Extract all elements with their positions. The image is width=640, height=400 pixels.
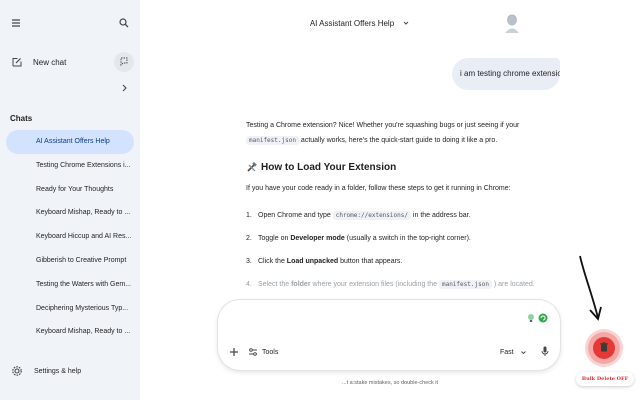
response-heading: How to Load Your Extension — [246, 160, 562, 175]
chat-item[interactable]: Keyboard Mishap, Ready to ... — [6, 320, 134, 344]
assistant-response: Testing a Chrome extension? Nice! Whethe… — [246, 118, 562, 296]
tools-label: Tools — [262, 348, 279, 356]
step-item: 1. Open Chrome and type chrome://extensio… — [246, 211, 471, 220]
steps-list: 1. Open Chrome and type chrome://extensio… — [246, 208, 562, 292]
conversation-title: AI Assistant Offers Help — [309, 18, 395, 28]
prompt-input[interactable] — [232, 310, 512, 324]
sidebar-top — [0, 0, 140, 46]
model-selector[interactable]: Fast — [500, 344, 527, 360]
chat-item[interactable]: AI Assistant Offers Help — [6, 130, 134, 154]
step-item: 3. Click the Load unpacked button that ap… — [246, 258, 403, 265]
step-item: 2. Toggle on Developer mode (usually a sw… — [246, 235, 471, 242]
chat-item[interactable]: Testing the Waters with Gem... — [6, 273, 134, 297]
edit-icon — [11, 56, 23, 68]
inline-code: manifest.json — [246, 136, 299, 145]
settings-help-button[interactable]: Settings & help — [6, 362, 116, 380]
trash-icon — [598, 341, 610, 355]
chat-item[interactable]: Testing Chrome Extensions i... — [6, 154, 134, 178]
mic-icon[interactable] — [539, 345, 551, 357]
chat-item[interactable]: Deciphering Mysterious Typ... — [6, 297, 134, 321]
new-chat-label: New chat — [33, 57, 67, 67]
tools-button[interactable]: Tools — [248, 344, 278, 360]
disclaimer: ...t a:stake mistakes, so double-check i… — [342, 380, 438, 386]
bulk-delete-inner — [593, 337, 615, 359]
chevron-down-icon — [402, 19, 410, 27]
tools-icon — [248, 347, 258, 357]
prompt-composer: Tools Fast — [218, 300, 560, 370]
chat-list: AI Assistant Offers Help Testing Chrome E… — [6, 130, 134, 344]
chat-item[interactable]: Keyboard Hiccup and AI Res... — [6, 225, 134, 249]
extension-icons — [524, 313, 548, 323]
bulk-delete-button[interactable] — [588, 332, 620, 364]
chats-heading: Chats — [10, 114, 33, 123]
plus-icon[interactable] — [228, 346, 240, 358]
chevron-right-icon[interactable] — [118, 82, 130, 94]
menu-icon[interactable] — [10, 17, 22, 29]
gear-icon — [11, 365, 23, 377]
step-item: 4. Select the folder where your extension… — [246, 280, 535, 289]
hammer-wrench-icon — [246, 161, 257, 173]
settings-label: Settings & help — [34, 367, 82, 375]
sidebar: New chat Chats AI Assistant Offers Help T… — [0, 0, 140, 400]
main-panel: AI Assistant Offers Help i am testing ch… — [140, 0, 640, 400]
new-chat-button[interactable]: New chat — [6, 52, 112, 72]
inline-code: chrome://extensions/ — [332, 211, 411, 220]
chat-item[interactable]: Gibberish to Creative Prompt — [6, 249, 134, 273]
search-icon[interactable] — [118, 17, 130, 29]
temporary-chat-button[interactable] — [114, 52, 134, 72]
inline-code: manifest.json — [438, 280, 492, 289]
user-message: i am testing chrome extensio — [452, 58, 560, 90]
extension-bulb-icon[interactable] — [526, 313, 536, 323]
extension-refresh-icon[interactable] — [538, 313, 548, 323]
avatar[interactable] — [502, 12, 522, 34]
model-label: Fast — [500, 348, 514, 356]
response-paragraph: If you have your code ready in a folder,… — [246, 185, 511, 192]
chevron-down-icon — [520, 349, 527, 356]
temporary-chat-icon — [119, 56, 129, 68]
bulk-delete-label: Bulk Delete OFF — [576, 372, 634, 386]
chat-item[interactable]: Keyboard Mishap, Ready to ... — [6, 201, 134, 225]
arrow-annotation — [574, 254, 608, 324]
response-intro: Testing a Chrome extension? Nice! Whethe… — [246, 122, 520, 145]
chat-item[interactable]: Ready for Your Thoughts — [6, 178, 134, 202]
